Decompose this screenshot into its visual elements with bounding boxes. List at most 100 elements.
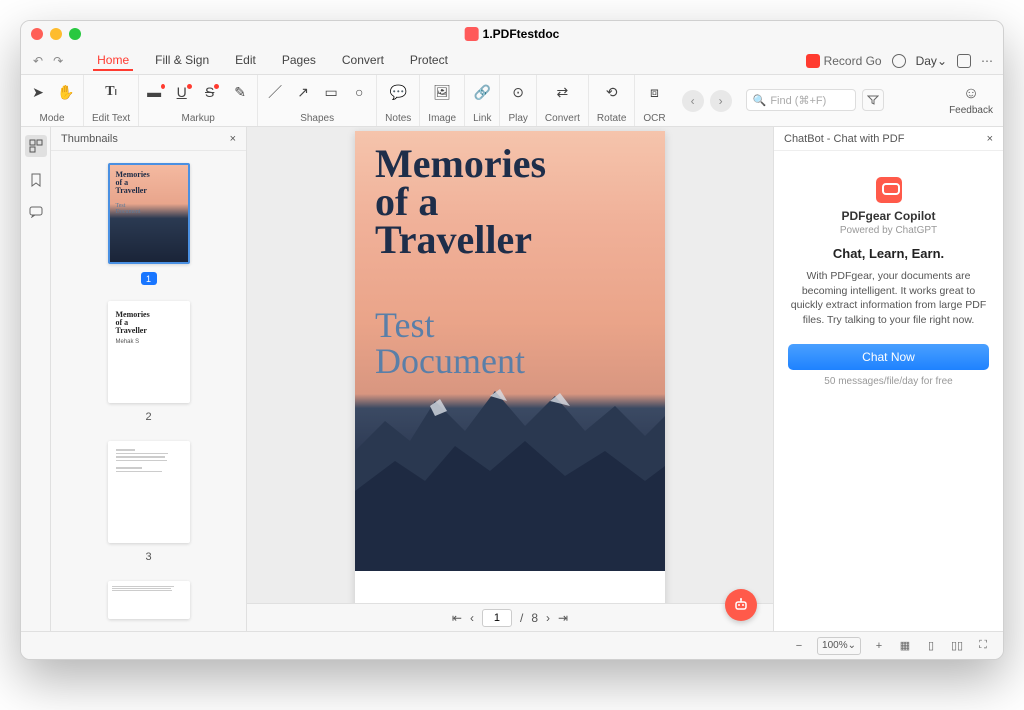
zoom-in-button[interactable]: + <box>871 638 887 654</box>
zoom-level[interactable]: 100%⌄ <box>817 637 861 655</box>
toolbar-markup: ▬ U S ✎ Markup <box>139 75 258 126</box>
canvas-viewport[interactable]: Memories of a Traveller Test Document <box>247 127 773 603</box>
strikethrough-icon[interactable]: S <box>203 83 221 101</box>
comments-tab-icon[interactable] <box>27 203 45 221</box>
filter-icon <box>867 94 879 106</box>
toolbar-nav-arrows: ‹ › <box>674 75 740 126</box>
app-window: 1.PDFtestdoc ↶ ↷ Home Fill & Sign Edit P… <box>20 20 1004 660</box>
toolbar-next-button[interactable]: › <box>710 90 732 112</box>
toolbar-rotate: ⟲ Rotate <box>589 75 635 126</box>
chatbot-header-title: ChatBot - Chat with PDF <box>784 133 904 145</box>
minimize-window-button[interactable] <box>50 28 62 40</box>
search-input[interactable]: 🔍 Find (⌘+F) <box>746 89 856 111</box>
tab-pages[interactable]: Pages <box>278 51 320 71</box>
toolbar-mode: ➤ ✋ Mode <box>21 75 84 126</box>
fullscreen-icon[interactable]: ⛶ <box>975 638 991 654</box>
thumbnail-page-1[interactable]: Memories of a Traveller Test Document <box>108 163 190 264</box>
chatbot-tagline: Chat, Learn, Earn. <box>788 246 989 261</box>
line-icon[interactable]: ／ <box>266 83 284 101</box>
thumbnail-page-2[interactable]: Memories of a Traveller Mehak S <box>108 301 190 403</box>
last-page-button[interactable]: ⇥ <box>558 611 568 625</box>
toolbar-ocr: ⧈ OCR <box>635 75 673 126</box>
document-canvas: Memories of a Traveller Test Document ⇤ … <box>247 127 773 631</box>
bookmarks-tab-icon[interactable] <box>27 171 45 189</box>
convert-icon[interactable]: ⇄ <box>553 83 571 101</box>
page-2-number: 2 <box>145 411 151 423</box>
arrow-icon[interactable]: ↗ <box>294 83 312 101</box>
page-number-input[interactable] <box>482 609 512 627</box>
chatbot-name: PDFgear Copilot <box>788 209 989 223</box>
theme-toggle[interactable]: Day⌄ <box>916 54 947 68</box>
underline-icon[interactable]: U <box>175 83 193 101</box>
ai-floating-button[interactable] <box>725 589 757 621</box>
cursor-icon[interactable]: ➤ <box>29 83 47 101</box>
first-page-button[interactable]: ⇤ <box>452 611 462 625</box>
page-view: Memories of a Traveller Test Document <box>355 131 665 603</box>
hand-icon[interactable]: ✋ <box>57 83 75 101</box>
feedback-button[interactable]: ☺ Feedback <box>939 75 1003 126</box>
close-chatbot-button[interactable]: × <box>987 133 993 145</box>
two-page-icon[interactable]: ▯▯ <box>949 638 965 654</box>
single-page-icon[interactable]: ▯ <box>923 638 939 654</box>
record-button[interactable]: Record Go <box>806 54 882 68</box>
pdfgear-logo-icon <box>876 177 902 203</box>
page-navigation-bar: ⇤ ‹ / 8 › ⇥ <box>247 603 773 631</box>
chatbot-description: With PDFgear, your documents are becomin… <box>788 269 989 328</box>
chat-now-button[interactable]: Chat Now <box>788 344 989 370</box>
next-page-button[interactable]: › <box>546 611 550 625</box>
pdf-icon <box>465 27 479 41</box>
prev-page-button[interactable]: ‹ <box>470 611 474 625</box>
fit-page-icon[interactable]: ▦ <box>897 638 913 654</box>
image-icon[interactable]: 🖼 <box>433 83 451 101</box>
thumbnails-panel: Thumbnails × Memories of a Traveller Tes… <box>51 127 247 631</box>
menu-row: ↶ ↷ Home Fill & Sign Edit Pages Convert … <box>21 47 1003 75</box>
maximize-window-button[interactable] <box>69 28 81 40</box>
toolbar: ➤ ✋ Mode TI Edit Text ▬ U S ✎ Markup ／ ↗ <box>21 75 1003 127</box>
chatbot-header: ChatBot - Chat with PDF × <box>774 127 1003 151</box>
highlight-icon[interactable]: ▬ <box>147 83 165 101</box>
thumbnail-page-4[interactable] <box>108 581 190 619</box>
menu-tabs: Home Fill & Sign Edit Pages Convert Prot… <box>75 51 452 71</box>
toolbar-edit-text: TI Edit Text <box>84 75 139 126</box>
thumbnails-tab-icon[interactable] <box>25 135 47 157</box>
mountain-illustration <box>355 371 665 571</box>
zoom-out-button[interactable]: − <box>791 638 807 654</box>
toolbar-link: 🔗 Link <box>465 75 500 126</box>
edit-text-icon[interactable]: TI <box>102 83 120 101</box>
share-icon[interactable] <box>957 54 971 68</box>
circle-icon[interactable]: ○ <box>350 83 368 101</box>
top-right-controls: Record Go Day⌄ ⋯ <box>806 54 1003 68</box>
tab-home[interactable]: Home <box>93 51 133 71</box>
page-title: Memories of a Traveller <box>375 145 546 259</box>
rect-icon[interactable]: ▭ <box>322 83 340 101</box>
rotate-icon[interactable]: ⟲ <box>603 83 621 101</box>
tab-protect[interactable]: Protect <box>406 51 452 71</box>
toolbar-convert: ⇄ Convert <box>537 75 589 126</box>
thumbnails-header: Thumbnails × <box>51 127 246 151</box>
more-menu-icon[interactable]: ⋯ <box>981 54 993 68</box>
undo-button[interactable]: ↶ <box>33 54 43 68</box>
total-pages: 8 <box>531 611 538 625</box>
window-title-text: 1.PDFtestdoc <box>483 27 560 41</box>
search-icon: 🔍 <box>753 94 767 107</box>
play-icon[interactable]: ⊙ <box>509 83 527 101</box>
thumbnail-page-3[interactable] <box>108 441 190 543</box>
close-window-button[interactable] <box>31 28 43 40</box>
side-rail <box>21 127 51 631</box>
note-icon[interactable]: 💬 <box>389 83 407 101</box>
tab-convert[interactable]: Convert <box>338 51 388 71</box>
undo-redo-group: ↶ ↷ <box>21 54 75 68</box>
toolbar-image: 🖼 Image <box>420 75 465 126</box>
tab-fill-sign[interactable]: Fill & Sign <box>151 51 213 71</box>
close-thumbnails-button[interactable]: × <box>230 133 236 145</box>
page-subtitle: Test Document <box>375 307 525 379</box>
filter-button[interactable] <box>862 89 884 111</box>
traffic-lights <box>31 28 81 40</box>
toolbar-prev-button[interactable]: ‹ <box>682 90 704 112</box>
ocr-icon[interactable]: ⧈ <box>646 83 664 101</box>
thumbnails-list[interactable]: Memories of a Traveller Test Document 1 … <box>51 151 246 631</box>
link-icon[interactable]: 🔗 <box>473 83 491 101</box>
tab-edit[interactable]: Edit <box>231 51 260 71</box>
pen-icon[interactable]: ✎ <box>231 83 249 101</box>
redo-button[interactable]: ↷ <box>53 54 63 68</box>
